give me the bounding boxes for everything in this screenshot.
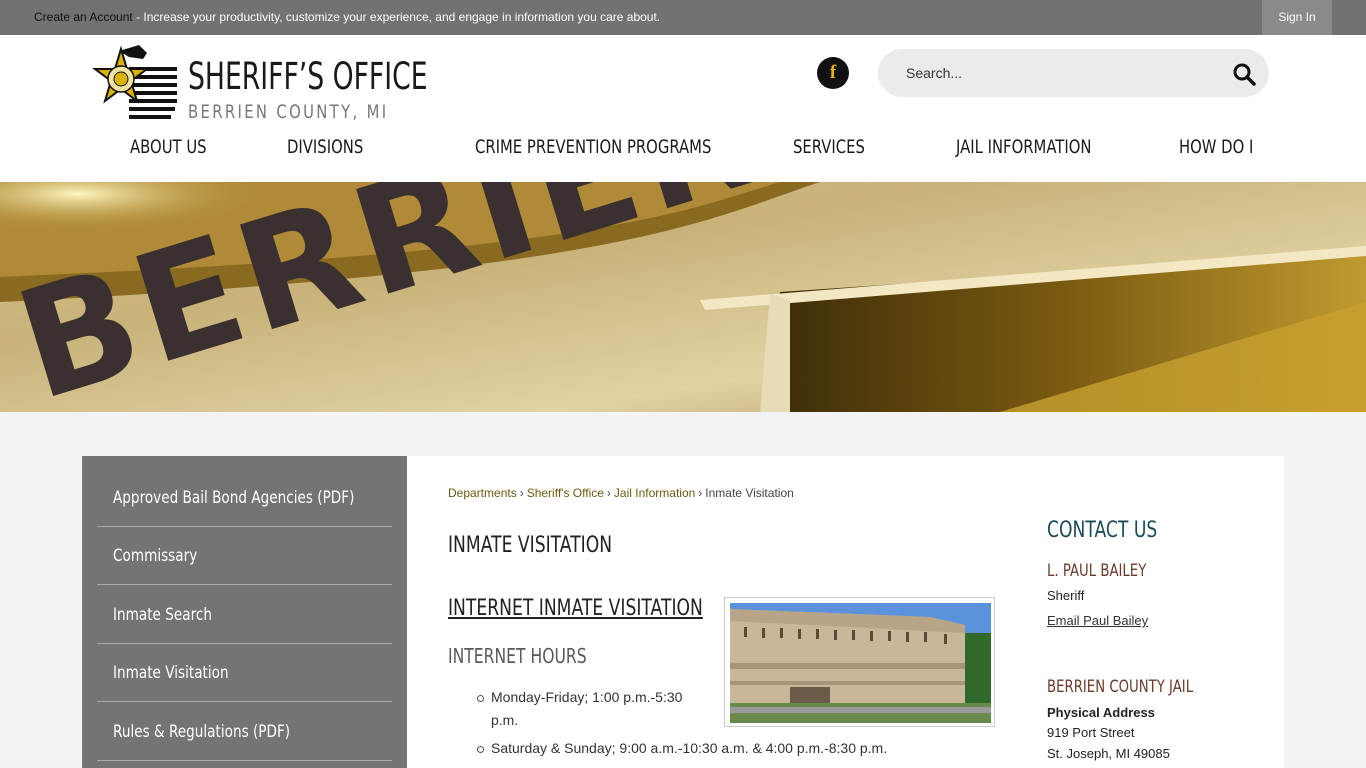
sidebar-item-label: Rules & Regulations (PDF) [113,722,291,742]
contact-role: Sheriff [1047,588,1085,603]
create-account-text: - Increase your productivity, customize … [132,10,661,24]
sidebar-item-label: Approved Bail Bond Agencies (PDF) [113,488,355,508]
logo-subtitle: BERRIEN COUNTY, MI [188,101,389,123]
sidebar-item-rules[interactable]: Rules & Regulations (PDF) [97,703,392,761]
breadcrumb-separator: › [519,486,524,500]
breadcrumb-jail-information[interactable]: Jail Information [614,486,695,500]
address-label: Physical Address [1047,705,1155,720]
search-bar [878,49,1269,97]
internet-hours-heading: INTERNET HOURS [448,644,587,668]
sidebar-item-label: Commissary [113,546,198,566]
main-content: Departments › Sheriff's Office › Jail Inform… [407,456,1284,768]
nav-item-about-us[interactable]: ABOUT US [130,136,207,158]
logo-title: SHERIFF’S OFFICE [188,55,428,98]
top-bar: Create an Account - Increase your produc… [0,0,1366,35]
sign-in-button[interactable]: Sign In [1262,0,1332,35]
hero-badge-image: BERRIEN [0,182,1366,412]
main-nav: ABOUT US DIVISIONS CRIME PREVENTION PROG… [0,133,1366,163]
jail-building-image [730,603,991,723]
list-item: Monday-Friday; 1:00 p.m.-5:30 p.m. [477,686,701,732]
nav-item-divisions[interactable]: DIVISIONS [287,136,363,158]
sidebar-item-label: Inmate Visitation [113,663,229,683]
sidebar-item-inmate-visitation[interactable]: Inmate Visitation [97,644,392,702]
breadcrumb-sheriffs-office[interactable]: Sheriff's Office [527,486,604,500]
contact-name: L. PAUL BAILEY [1047,561,1147,581]
search-input[interactable] [906,61,1206,85]
contact-email-link[interactable]: Email Paul Bailey [1047,613,1148,628]
contact-title: CONTACT US [1047,518,1158,543]
sidebar-item-commissary[interactable]: Commissary [97,527,392,585]
address-street: 919 Port Street [1047,725,1135,740]
sidebar-menu: Approved Bail Bond Agencies (PDF) Commis… [82,456,407,768]
facebook-icon[interactable]: f [817,57,849,89]
breadcrumb-current: Inmate Visitation [705,486,794,500]
site-logo[interactable]: SHERIFF’S OFFICE BERRIEN COUNTY, MI [89,43,449,127]
create-account-link[interactable]: Create an Account [34,10,133,24]
nav-item-services[interactable]: SERVICES [793,136,865,158]
breadcrumb-separator: › [698,486,703,500]
sidebar-item-inmate-search[interactable]: Inmate Search [97,586,392,644]
breadcrumb-separator: › [606,486,611,500]
sidebar-item-bail-bond[interactable]: Approved Bail Bond Agencies (PDF) [97,469,392,527]
site-header: SHERIFF’S OFFICE BERRIEN COUNTY, MI f AB… [0,35,1366,182]
list-item: Saturday & Sunday; 9:00 a.m.-10:30 a.m. … [477,737,1011,760]
internet-visitation-link[interactable]: INTERNET INMATE VISITATION [448,596,703,621]
address-city: St. Joseph, MI 49085 [1047,746,1170,761]
hero-banner: BERRIEN [0,182,1366,412]
create-account-message: Create an Account - Increase your produc… [34,10,660,24]
nav-item-crime-prevention[interactable]: CRIME PREVENTION PROGRAMS [475,136,711,158]
jail-building-photo[interactable] [724,597,995,727]
breadcrumb: Departments › Sheriff's Office › Jail Inform… [448,486,794,500]
search-icon[interactable] [1232,62,1256,86]
nav-item-how-do-i[interactable]: HOW DO I [1179,136,1253,158]
facility-name: BERRIEN COUNTY JAIL [1047,677,1194,697]
sheriff-badge-logo [92,45,177,119]
sidebar-item-label: Inmate Search [113,605,212,625]
breadcrumb-departments[interactable]: Departments [448,486,517,500]
nav-item-jail-information[interactable]: JAIL INFORMATION [956,136,1091,158]
contact-us-panel: CONTACT US L. PAUL BAILEY Sheriff Email … [1047,456,1277,768]
page-title: INMATE VISITATION [448,533,613,558]
